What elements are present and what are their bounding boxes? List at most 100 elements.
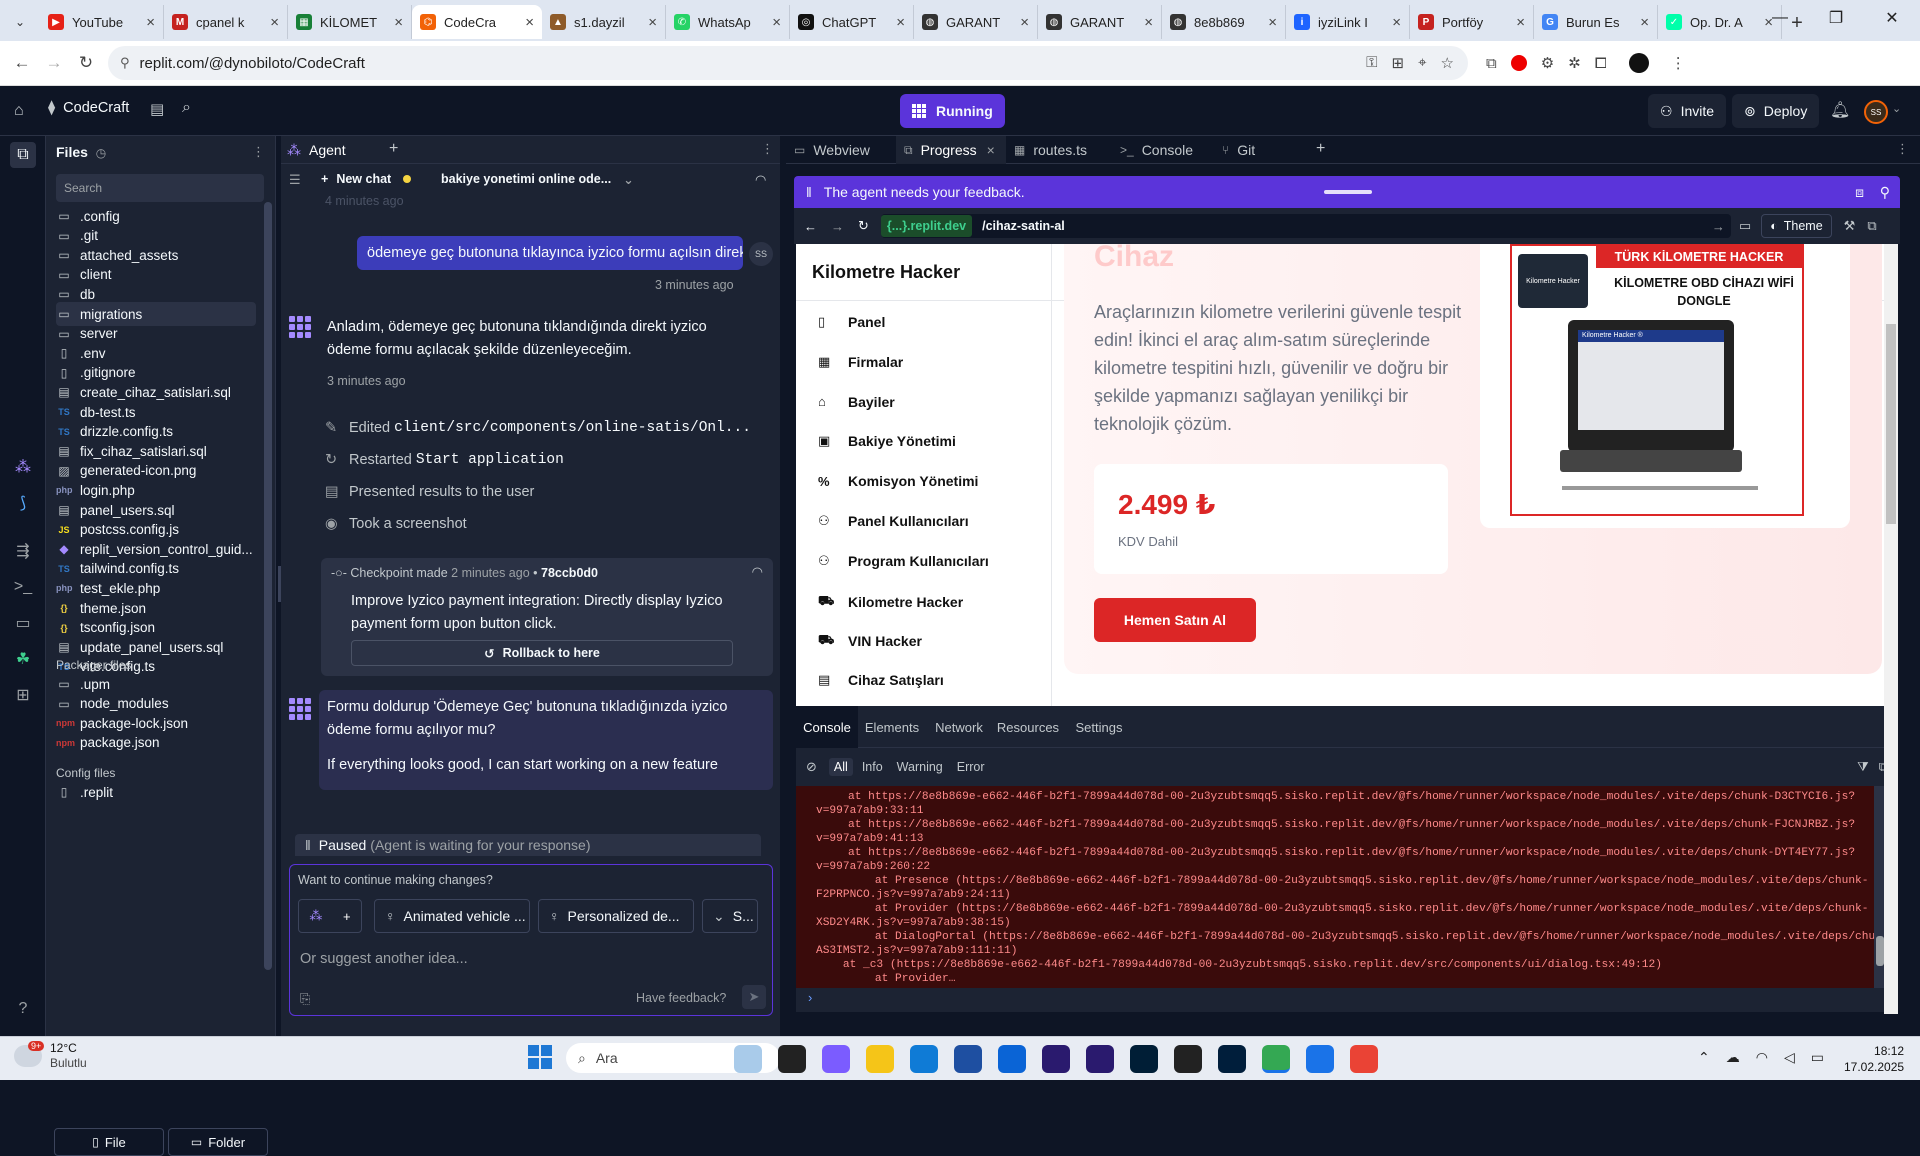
- site-menu-item[interactable]: ⌂ Bayiler: [818, 394, 895, 410]
- devtools-tab[interactable]: Network: [926, 706, 992, 748]
- browser-menu-icon[interactable]: ⋮: [1671, 54, 1686, 72]
- pane-tab[interactable]: ▭ Webview: [786, 136, 896, 164]
- pane-tab[interactable]: >_ Console: [1112, 136, 1214, 164]
- pane-tab[interactable]: ▦ routes.ts: [1006, 136, 1112, 164]
- drag-handle[interactable]: [1324, 190, 1372, 194]
- browser-tab[interactable]: ▦ KİLOMET ×: [288, 5, 412, 39]
- extensions-puzzle-icon[interactable]: ⧠: [1595, 55, 1607, 72]
- agent-tool-icon[interactable]: ⁂: [12, 456, 34, 478]
- assistant-tool-icon[interactable]: ⟆: [12, 492, 34, 514]
- site-info-icon[interactable]: ⚲: [120, 55, 130, 71]
- edge-taskbar-icon[interactable]: [910, 1045, 938, 1073]
- attach-icon[interactable]: ⎘: [300, 991, 310, 1007]
- open-new-tab-icon[interactable]: ⧉: [1867, 218, 1876, 234]
- agent-action-item[interactable]: ◉ Took a screenshot: [325, 516, 467, 532]
- browser-tab[interactable]: ◍ GARANT ×: [1038, 5, 1162, 39]
- premiere-taskbar-icon[interactable]: [1042, 1045, 1070, 1073]
- buy-now-button[interactable]: Hemen Satın Al: [1094, 598, 1256, 642]
- layout-icon[interactable]: ▤: [150, 100, 164, 118]
- clear-console-icon[interactable]: ⊘: [806, 759, 817, 775]
- browser-tab[interactable]: ◍ GARANT ×: [914, 5, 1038, 39]
- tab-close-icon[interactable]: ×: [1640, 14, 1649, 31]
- after-effects-taskbar-icon[interactable]: [1218, 1045, 1246, 1073]
- invite-button[interactable]: ⚇ Invite: [1648, 94, 1727, 128]
- files-menu-icon[interactable]: ⋮: [252, 144, 265, 160]
- agent-mode-button[interactable]: ⁂ +: [298, 899, 362, 933]
- device-icon[interactable]: ▭: [1739, 218, 1751, 234]
- suggest-input[interactable]: Or suggest another idea...: [300, 951, 468, 967]
- site-menu-item[interactable]: ⛟ VIN Hacker: [818, 632, 922, 650]
- wv-reload-icon[interactable]: ↻: [858, 218, 869, 234]
- browser-tab[interactable]: ▶ YouTube ×: [40, 5, 164, 39]
- browser-tab[interactable]: G Burun Es ×: [1534, 5, 1658, 39]
- clock[interactable]: 18:12 17.02.2025: [1844, 1043, 1904, 1075]
- site-menu-item[interactable]: ▣ Bakiye Yönetimi: [818, 433, 956, 449]
- devtools-tab[interactable]: Resources: [992, 706, 1064, 748]
- wv-go-icon[interactable]: →: [1712, 219, 1725, 234]
- chat-title-dropdown[interactable]: bakiye yonetimi online ode... ⌄: [441, 172, 634, 187]
- agent-action-item[interactable]: ✎ Edited client/src/components/online-sat…: [325, 420, 751, 436]
- all-tools-icon[interactable]: ⊞: [12, 684, 34, 706]
- have-feedback-link[interactable]: Have feedback?: [636, 991, 726, 1005]
- rollback-button[interactable]: ↺ Rollback to here: [351, 640, 733, 666]
- tab-close-icon[interactable]: ×: [896, 14, 905, 31]
- home-icon[interactable]: ⌂: [14, 102, 24, 120]
- pane-menu-icon[interactable]: ⋮: [1896, 141, 1909, 157]
- suggestion-chip[interactable]: ♀ Personalized de...: [538, 899, 694, 933]
- devtools-tab[interactable]: Settings: [1064, 706, 1134, 748]
- file-explorer-taskbar-icon[interactable]: [866, 1045, 894, 1073]
- close-window-icon[interactable]: ✕: [1864, 8, 1920, 28]
- volume-icon[interactable]: ◁: [1784, 1049, 1795, 1066]
- new-file-button[interactable]: ▯ File: [54, 1128, 164, 1156]
- tab-close-icon[interactable]: ×: [1144, 14, 1153, 31]
- location-icon[interactable]: ⌖: [1418, 54, 1426, 72]
- wv-url-input[interactable]: {...}.replit.dev /cihaz-satin-al →: [880, 214, 1731, 238]
- files-tool-icon[interactable]: ⧉: [10, 142, 36, 168]
- site-menu-item[interactable]: ▯ Panel: [818, 314, 885, 330]
- outlook-taskbar-icon[interactable]: [998, 1045, 1026, 1073]
- pin-icon[interactable]: ⚲: [1880, 184, 1890, 201]
- agent-tab-menu-icon[interactable]: ⋮: [761, 141, 774, 157]
- tab-close-icon[interactable]: ×: [270, 14, 279, 31]
- devtools-icon[interactable]: ⚒: [1844, 218, 1856, 234]
- bookmark-star-icon[interactable]: ☆: [1441, 54, 1454, 72]
- agent-action-item[interactable]: ▤ Presented results to the user: [325, 484, 534, 500]
- project-switcher[interactable]: ⧫ CodeCraft: [48, 100, 129, 116]
- browser-tab[interactable]: Mcpanel k ×: [164, 5, 288, 39]
- site-menu-item[interactable]: ⚇ Program Kullanıcıları: [818, 553, 989, 569]
- forward-icon[interactable]: →: [38, 47, 70, 79]
- pane-tab[interactable]: ⑂ Git: [1214, 136, 1304, 164]
- agent-scrollbar[interactable]: [278, 566, 281, 602]
- wifi-icon[interactable]: ◠: [1756, 1049, 1768, 1066]
- help-icon[interactable]: ?: [12, 998, 34, 1020]
- chat-history-icon[interactable]: ☰: [289, 172, 301, 188]
- wv-back-icon[interactable]: ←: [804, 219, 817, 234]
- right-scroll-rail[interactable]: [1884, 244, 1898, 1014]
- devtools-tab[interactable]: Console: [796, 706, 858, 748]
- browser-tab[interactable]: P Portföy ×: [1410, 5, 1534, 39]
- speed-gauge-icon[interactable]: ◠: [755, 172, 766, 188]
- send-button[interactable]: ➤: [742, 985, 766, 1009]
- task-view-taskbar-icon[interactable]: [778, 1045, 806, 1073]
- run-status-button[interactable]: Running: [900, 94, 1005, 128]
- wv-forward-icon[interactable]: →: [831, 219, 844, 234]
- profile-avatar[interactable]: [1628, 53, 1649, 73]
- browser-tab[interactable]: ▲ s1.dayzil ×: [542, 5, 666, 39]
- key-icon[interactable]: ⚿: [1366, 54, 1377, 72]
- pane-tab[interactable]: ⧉ Progress ×: [896, 136, 1006, 164]
- chrome-2-taskbar-icon[interactable]: [1350, 1045, 1378, 1073]
- console-filter-warning[interactable]: Warning: [892, 758, 948, 776]
- workflows-tool-icon[interactable]: ⇶: [12, 540, 34, 562]
- filter-icon[interactable]: ⧩: [1857, 759, 1869, 775]
- minimize-icon[interactable]: —: [1752, 9, 1808, 27]
- file-tree-item[interactable]: npm package.json: [56, 731, 256, 755]
- copilot-app-taskbar-icon[interactable]: [822, 1045, 850, 1073]
- user-avatar[interactable]: SS: [1864, 100, 1888, 124]
- file-search-input[interactable]: Search: [56, 174, 264, 202]
- shell-tool-icon[interactable]: >_: [12, 576, 34, 598]
- console-filter-all[interactable]: All: [828, 758, 853, 776]
- reload-icon[interactable]: ↻: [70, 47, 102, 79]
- browser-tab[interactable]: ◎ ChatGPT ×: [790, 5, 914, 39]
- media-encoder-taskbar-icon[interactable]: [1086, 1045, 1114, 1073]
- history-icon[interactable]: ◷: [96, 146, 106, 160]
